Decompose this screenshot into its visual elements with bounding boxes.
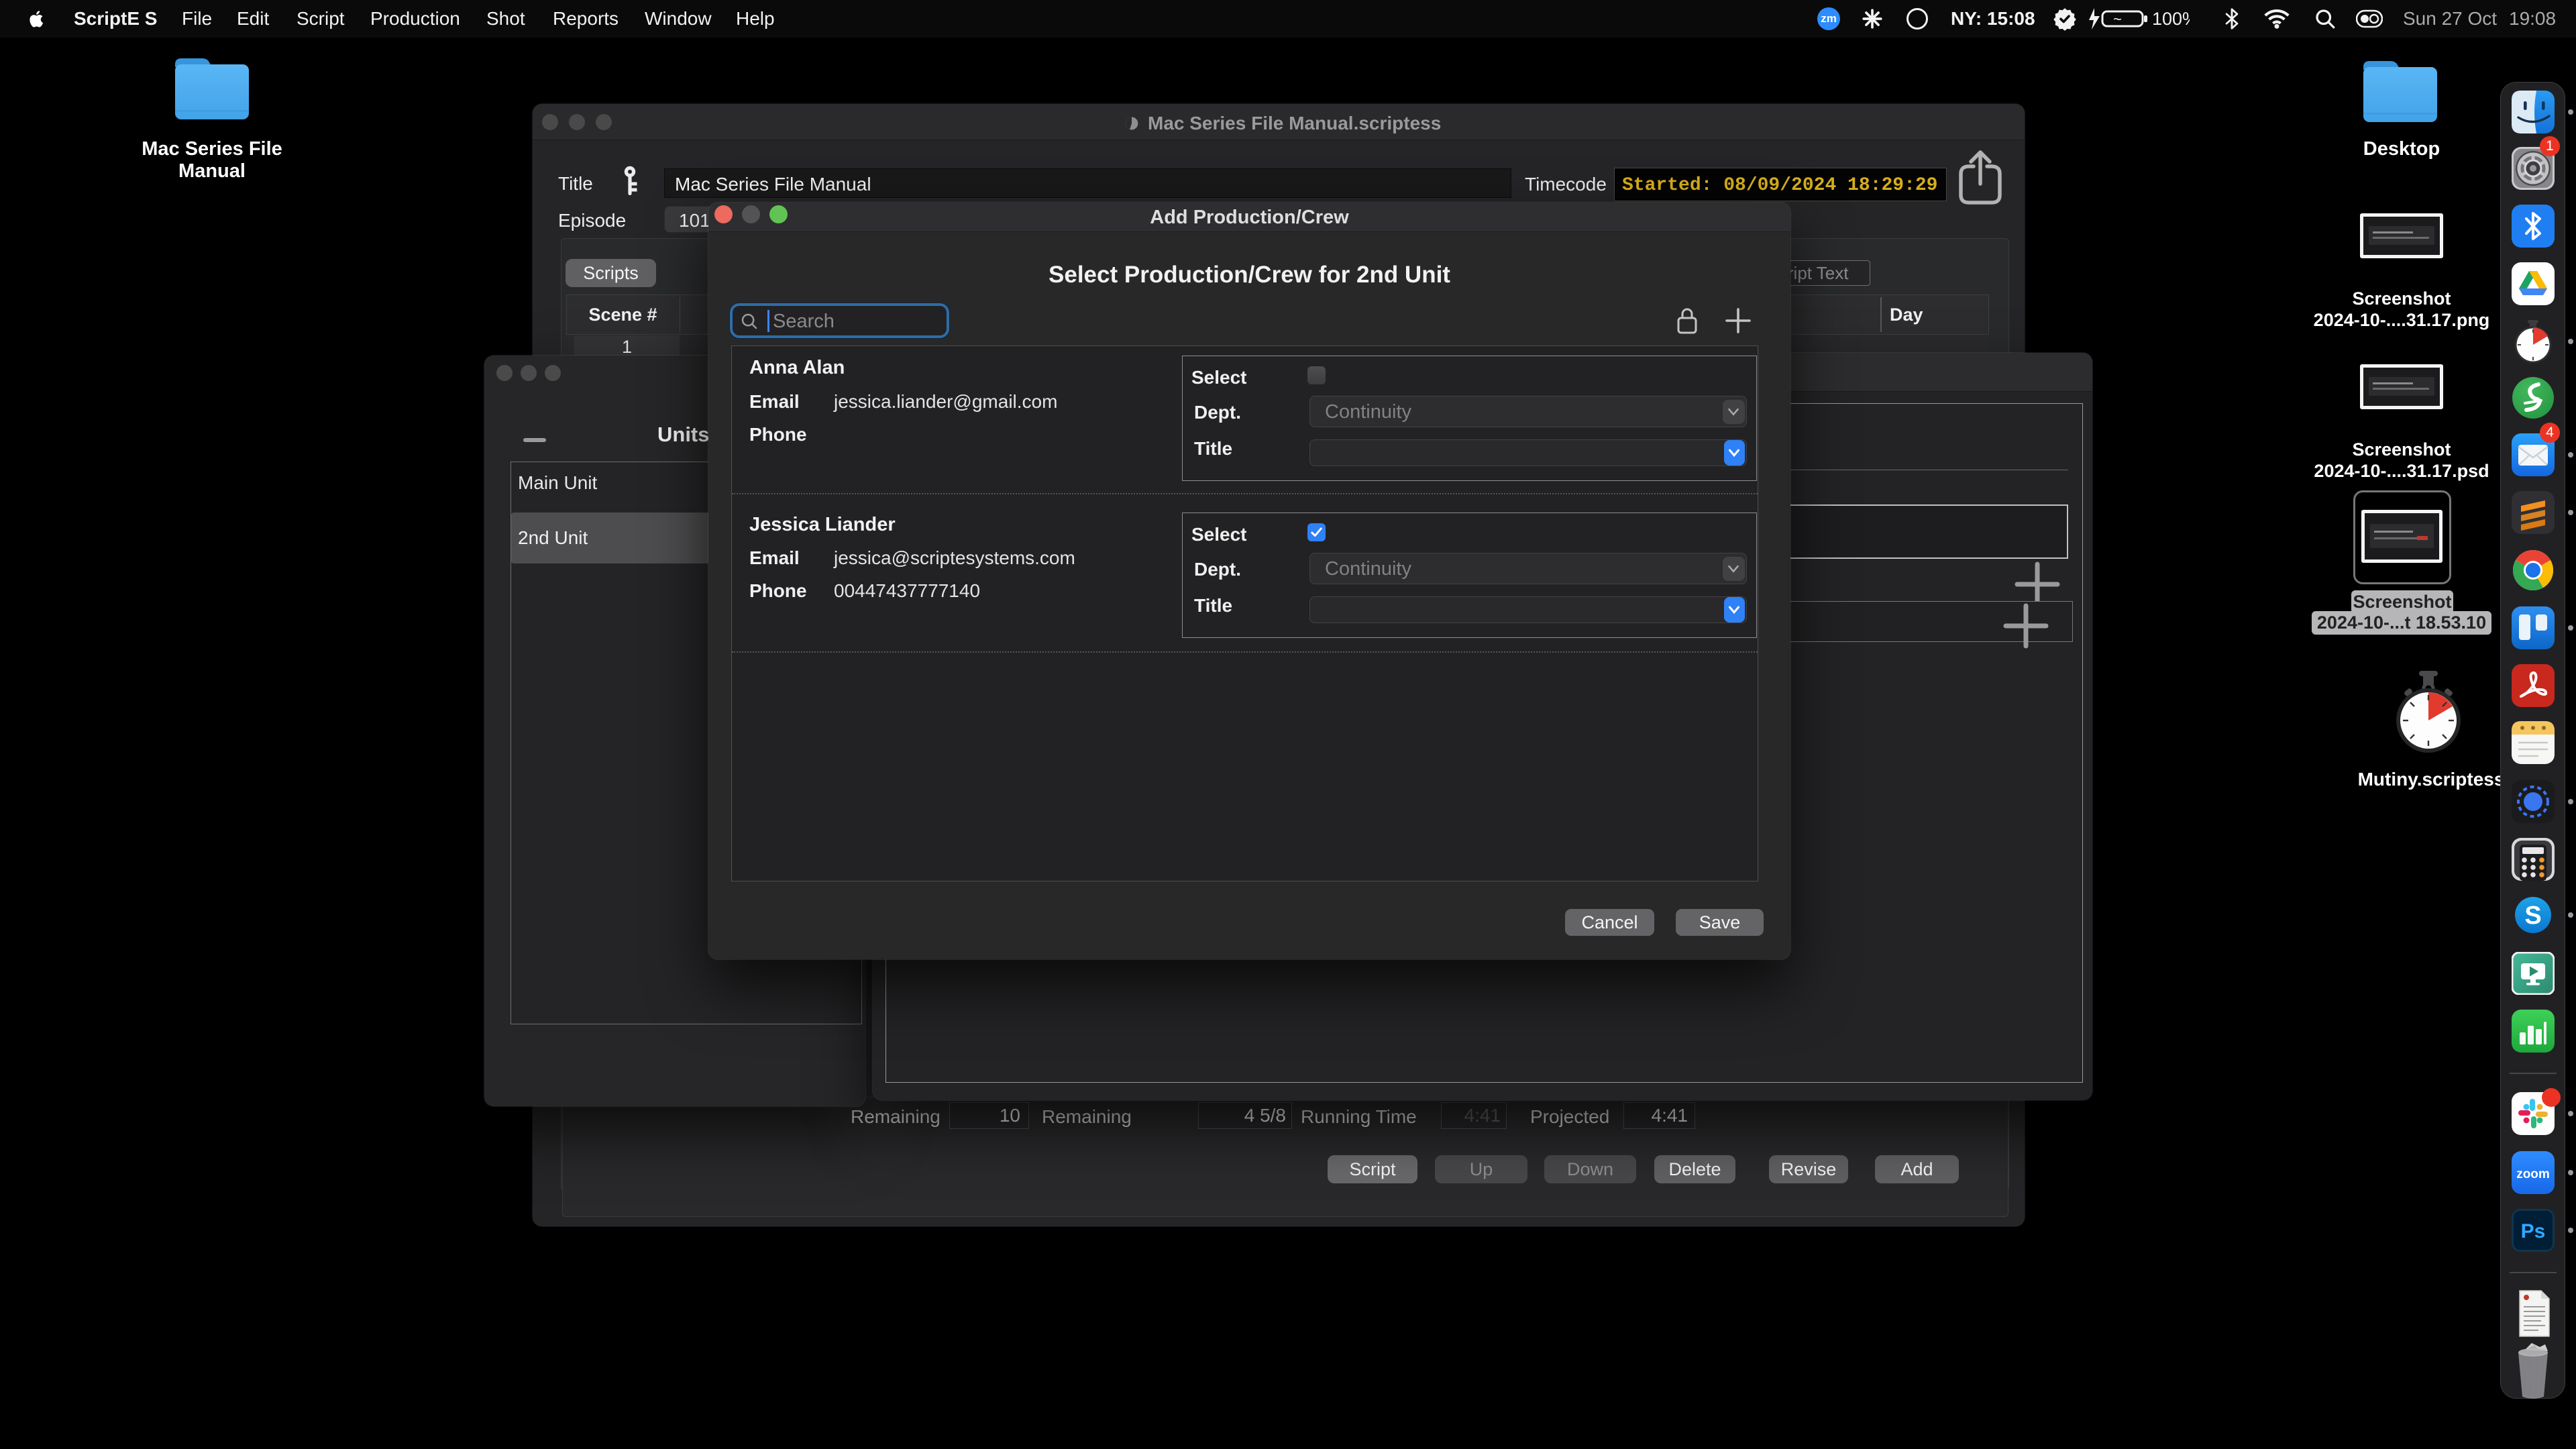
svg-text:S: S <box>2524 902 2541 930</box>
svg-text:~: ~ <box>2113 11 2122 28</box>
svg-text:zoom: zoom <box>2516 1167 2550 1181</box>
svg-text:Ps: Ps <box>2521 1220 2546 1242</box>
svg-text:100%: 100% <box>2152 9 2190 29</box>
